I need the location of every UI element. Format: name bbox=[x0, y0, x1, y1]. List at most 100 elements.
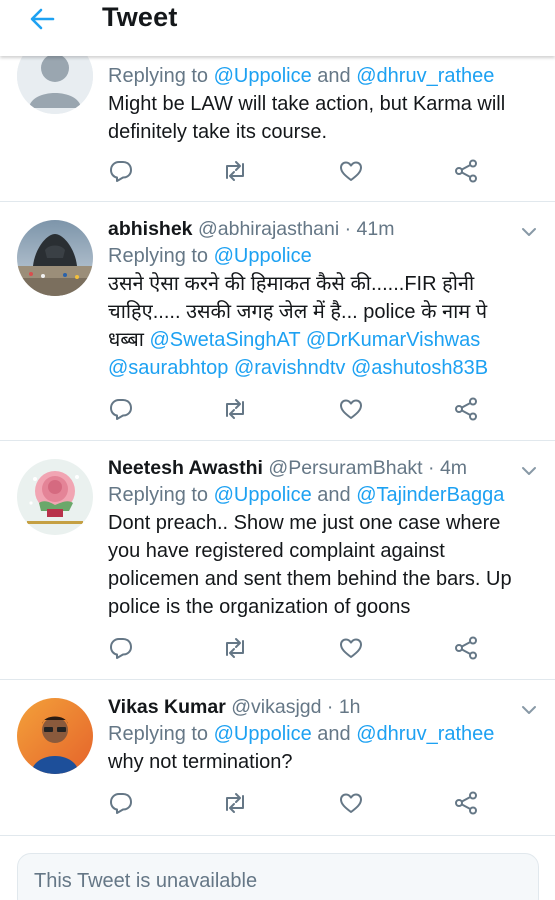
share-button[interactable] bbox=[453, 396, 479, 427]
user-handle[interactable]: @PersuramBhakt bbox=[268, 457, 422, 479]
share-button[interactable] bbox=[453, 635, 479, 666]
reply-button[interactable] bbox=[108, 398, 134, 424]
heart-icon bbox=[338, 790, 364, 821]
tweet-text-line: Dont preach.. Show me just one case wher… bbox=[108, 509, 535, 537]
mention-link[interactable]: @Uppolice bbox=[214, 245, 312, 267]
avatar[interactable] bbox=[17, 698, 93, 774]
tweet-actions bbox=[108, 159, 488, 190]
unavailable-tweet-text: This Tweet is unavailable bbox=[34, 870, 258, 892]
mention-link[interactable]: @ashutosh83B bbox=[351, 357, 488, 379]
unavailable-tweet-card: This Tweet is unavailable bbox=[17, 853, 539, 900]
tweet-text-line: Might be LAW will take action, but Karma… bbox=[108, 90, 535, 118]
tweet-item[interactable]: Replying to @Uppolice and @dhruv_rathee … bbox=[0, 38, 555, 202]
mention-link[interactable]: @TajinderBagga bbox=[356, 484, 504, 506]
replying-to: Replying to @Uppolice and @dhruv_rathee bbox=[108, 720, 535, 748]
tweet-text-segment: उसने ऐसा करने की हिमाकत कैसे की......FIR… bbox=[108, 273, 475, 295]
retweet-icon bbox=[222, 396, 248, 427]
tweet-text: Might be LAW will take action, but Karma… bbox=[108, 90, 535, 146]
user-handle[interactable]: @vikasjgd bbox=[231, 696, 321, 718]
retweet-button[interactable] bbox=[222, 637, 248, 663]
avatar-image bbox=[17, 459, 93, 535]
back-button[interactable] bbox=[22, 4, 62, 34]
reply-icon bbox=[108, 635, 134, 666]
mention-link[interactable]: @Uppolice bbox=[214, 65, 312, 87]
mention-link[interactable]: @DrKumarVishwas bbox=[306, 329, 480, 351]
reply-icon bbox=[108, 158, 134, 189]
reply-button[interactable] bbox=[108, 160, 134, 186]
replying-to: Replying to @Uppolice and @TajinderBagga bbox=[108, 481, 535, 509]
tweet-text: why not termination? bbox=[108, 748, 535, 776]
page-title: Tweet bbox=[102, 2, 178, 32]
like-button[interactable] bbox=[338, 792, 364, 818]
tweet-text-segment: and bbox=[311, 65, 357, 87]
share-icon bbox=[453, 635, 479, 666]
mention-link[interactable]: @Uppolice bbox=[214, 723, 312, 745]
more-options-button[interactable] bbox=[519, 461, 539, 481]
display-name[interactable]: abhishek bbox=[108, 218, 193, 240]
reply-button[interactable] bbox=[108, 637, 134, 663]
replying-to-users: @Uppolice and @dhruv_rathee bbox=[214, 723, 495, 745]
arrow-left-icon bbox=[30, 8, 55, 30]
mention-link[interactable]: @ravishndtv bbox=[234, 357, 345, 379]
like-button[interactable] bbox=[338, 160, 364, 186]
retweet-button[interactable] bbox=[222, 398, 248, 424]
mention-link[interactable]: @dhruv_rathee bbox=[356, 65, 494, 87]
display-name[interactable]: Vikas Kumar bbox=[108, 696, 226, 718]
replying-to-label: Replying to bbox=[108, 723, 209, 745]
mention-link[interactable]: @SwetaSinghAT bbox=[150, 329, 301, 351]
tweet-text-segment: you have registered complaint against bbox=[108, 540, 445, 562]
timestamp: 41m bbox=[356, 218, 395, 240]
tweet-header: Vikas Kumar @vikasjgd · 1h bbox=[108, 696, 361, 718]
tweet-text: उसने ऐसा करने की हिमाकत कैसे की......FIR… bbox=[108, 270, 535, 382]
avatar-image bbox=[17, 698, 93, 774]
timestamp: 4m bbox=[439, 457, 468, 479]
mention-link[interactable]: @dhruv_rathee bbox=[356, 723, 494, 745]
tweet-item[interactable]: Neetesh Awasthi @PersuramBhakt · 4m Repl… bbox=[0, 441, 555, 680]
tweet-text-line: definitely take its course. bbox=[108, 118, 535, 146]
tweet-text-line: @saurabhtop @ravishndtv @ashutosh83B bbox=[108, 354, 535, 382]
heart-icon bbox=[338, 635, 364, 666]
like-button[interactable] bbox=[338, 637, 364, 663]
replying-to-users: @Uppolice and @dhruv_rathee bbox=[214, 65, 495, 87]
tweet-item[interactable]: Vikas Kumar @vikasjgd · 1h Replying to @… bbox=[0, 680, 555, 836]
chevron-down-icon bbox=[522, 706, 536, 714]
mention-link[interactable]: @Uppolice bbox=[214, 484, 312, 506]
tweet-text-segment: definitely take its course. bbox=[108, 121, 327, 143]
tweet-text-line: you have registered complaint against bbox=[108, 537, 535, 565]
user-handle[interactable]: @abhirajasthani bbox=[198, 218, 339, 240]
share-icon bbox=[453, 396, 479, 427]
retweet-button[interactable] bbox=[222, 792, 248, 818]
tweet-text-line: policemen and sent them behind the bars.… bbox=[108, 565, 535, 593]
retweet-icon bbox=[222, 635, 248, 666]
tweet-text-segment: and bbox=[311, 723, 357, 745]
avatar[interactable] bbox=[17, 459, 93, 535]
chevron-down-icon bbox=[522, 228, 536, 236]
share-button[interactable] bbox=[453, 791, 479, 818]
timestamp: 1h bbox=[338, 696, 361, 718]
tweet-text-line: धब्बा @SwetaSinghAT @DrKumarVishwas bbox=[108, 326, 535, 354]
retweet-button[interactable] bbox=[222, 160, 248, 186]
display-name[interactable]: Neetesh Awasthi bbox=[108, 457, 263, 479]
tweet-actions bbox=[108, 396, 488, 428]
tweet-header: abhishek @abhirajasthani · 41m bbox=[108, 218, 395, 240]
tweet-text-segment: policemen and sent them behind the bars.… bbox=[108, 568, 512, 590]
mention-link[interactable]: @saurabhtop bbox=[108, 357, 228, 379]
replying-to: Replying to @Uppolice and @dhruv_rathee bbox=[108, 62, 535, 90]
tweet-text-segment: police is the organization of goons bbox=[108, 596, 411, 618]
tweet-text-segment: Dont preach.. Show me just one case wher… bbox=[108, 512, 501, 534]
more-options-button[interactable] bbox=[519, 700, 539, 720]
more-options-button[interactable] bbox=[519, 222, 539, 242]
replying-to: Replying to @Uppolice bbox=[108, 242, 535, 270]
tweet-item[interactable]: abhishek @abhirajasthani · 41m Replying … bbox=[0, 202, 555, 441]
tweet-text-segment: चाहिए..... उसकी जगह जेल में है... police… bbox=[108, 301, 488, 323]
replying-to-label: Replying to bbox=[108, 484, 209, 506]
avatar[interactable] bbox=[17, 220, 93, 296]
reply-button[interactable] bbox=[108, 792, 134, 818]
reply-icon bbox=[108, 396, 134, 427]
retweet-icon bbox=[222, 158, 248, 189]
tweet-text: Dont preach.. Show me just one case wher… bbox=[108, 509, 535, 621]
heart-icon bbox=[338, 158, 364, 189]
top-app-bar: Tweet bbox=[0, 0, 555, 56]
share-button[interactable] bbox=[453, 159, 479, 186]
like-button[interactable] bbox=[338, 398, 364, 424]
